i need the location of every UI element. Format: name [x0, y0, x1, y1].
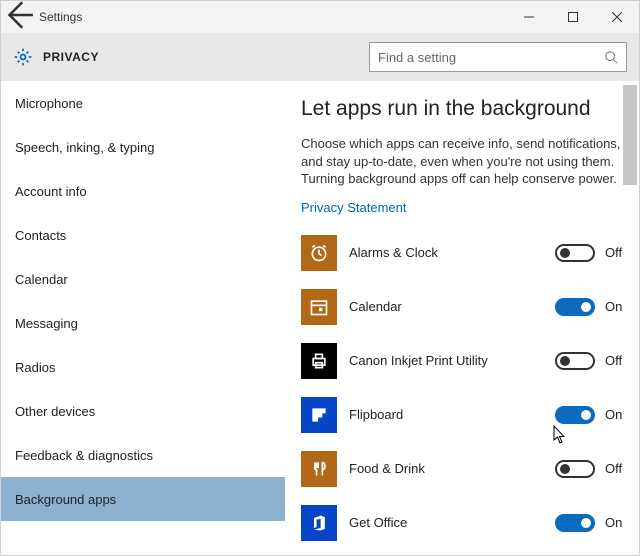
app-label: Get Office [349, 515, 555, 530]
sidebar-item-background-apps[interactable]: Background apps [1, 477, 285, 521]
toggle-state-label: Off [605, 461, 629, 476]
sidebar-item-feedback-diagnostics[interactable]: Feedback & diagnostics [1, 433, 285, 477]
toggle-flipboard[interactable] [555, 406, 595, 424]
office-icon [301, 505, 337, 541]
gear-icon [13, 47, 33, 67]
search-placeholder: Find a setting [378, 50, 604, 65]
sidebar-item-speech-inking-typing[interactable]: Speech, inking, & typing [1, 125, 285, 169]
window-title: Settings [35, 10, 507, 24]
app-label: Alarms & Clock [349, 245, 555, 260]
toggle-state-label: On [605, 299, 629, 314]
sidebar-item-microphone[interactable]: Microphone [1, 81, 285, 125]
minimize-button[interactable] [507, 1, 551, 33]
app-row-canon-inkjet-print-utility: Canon Inkjet Print Utility Off [301, 337, 629, 385]
window-buttons [507, 1, 639, 33]
header: PRIVACY Find a setting [1, 33, 639, 81]
flipboard-icon [301, 397, 337, 433]
sidebar: MicrophoneSpeech, inking, & typingAccoun… [1, 81, 285, 555]
app-row-get-skype: SGet SkypeOn [301, 553, 629, 555]
titlebar: Settings [1, 1, 639, 33]
app-label: Flipboard [349, 407, 555, 422]
page-heading: Let apps run in the background [301, 97, 629, 121]
search-icon [604, 50, 618, 64]
app-row-calendar: Calendar On [301, 283, 629, 331]
app-row-get-office: Get Office On [301, 499, 629, 547]
calendar-icon [301, 289, 337, 325]
app-label: Canon Inkjet Print Utility [349, 353, 555, 368]
app-label: Food & Drink [349, 461, 555, 476]
app-row-food-drink: Food & Drink Off [301, 445, 629, 493]
app-label: Calendar [349, 299, 555, 314]
search-input[interactable]: Find a setting [369, 42, 627, 72]
toggle-state-label: On [605, 407, 629, 422]
section-title: PRIVACY [43, 50, 369, 64]
sidebar-item-other-devices[interactable]: Other devices [1, 389, 285, 433]
toggle-office[interactable] [555, 514, 595, 532]
privacy-statement-link[interactable]: Privacy Statement [301, 200, 629, 215]
toggle-alarms[interactable] [555, 244, 595, 262]
maximize-button[interactable] [551, 1, 595, 33]
printer-icon [301, 343, 337, 379]
toggle-printer[interactable] [555, 352, 595, 370]
sidebar-item-account-info[interactable]: Account info [1, 169, 285, 213]
close-button[interactable] [595, 1, 639, 33]
toggle-calendar[interactable] [555, 298, 595, 316]
toggle-state-label: Off [605, 353, 629, 368]
sidebar-item-messaging[interactable]: Messaging [1, 301, 285, 345]
scrollbar-thumb[interactable] [623, 85, 637, 185]
app-row-flipboard: Flipboard On [301, 391, 629, 439]
sidebar-item-calendar[interactable]: Calendar [1, 257, 285, 301]
main-panel: Let apps run in the background Choose wh… [285, 81, 639, 555]
back-button[interactable] [1, 0, 35, 37]
food-icon [301, 451, 337, 487]
toggle-state-label: Off [605, 245, 629, 260]
app-row-alarms-clock: Alarms & Clock Off [301, 229, 629, 277]
alarms-icon [301, 235, 337, 271]
sidebar-item-contacts[interactable]: Contacts [1, 213, 285, 257]
toggle-state-label: On [605, 515, 629, 530]
toggle-food[interactable] [555, 460, 595, 478]
page-description: Choose which apps can receive info, send… [301, 135, 629, 188]
sidebar-item-radios[interactable]: Radios [1, 345, 285, 389]
